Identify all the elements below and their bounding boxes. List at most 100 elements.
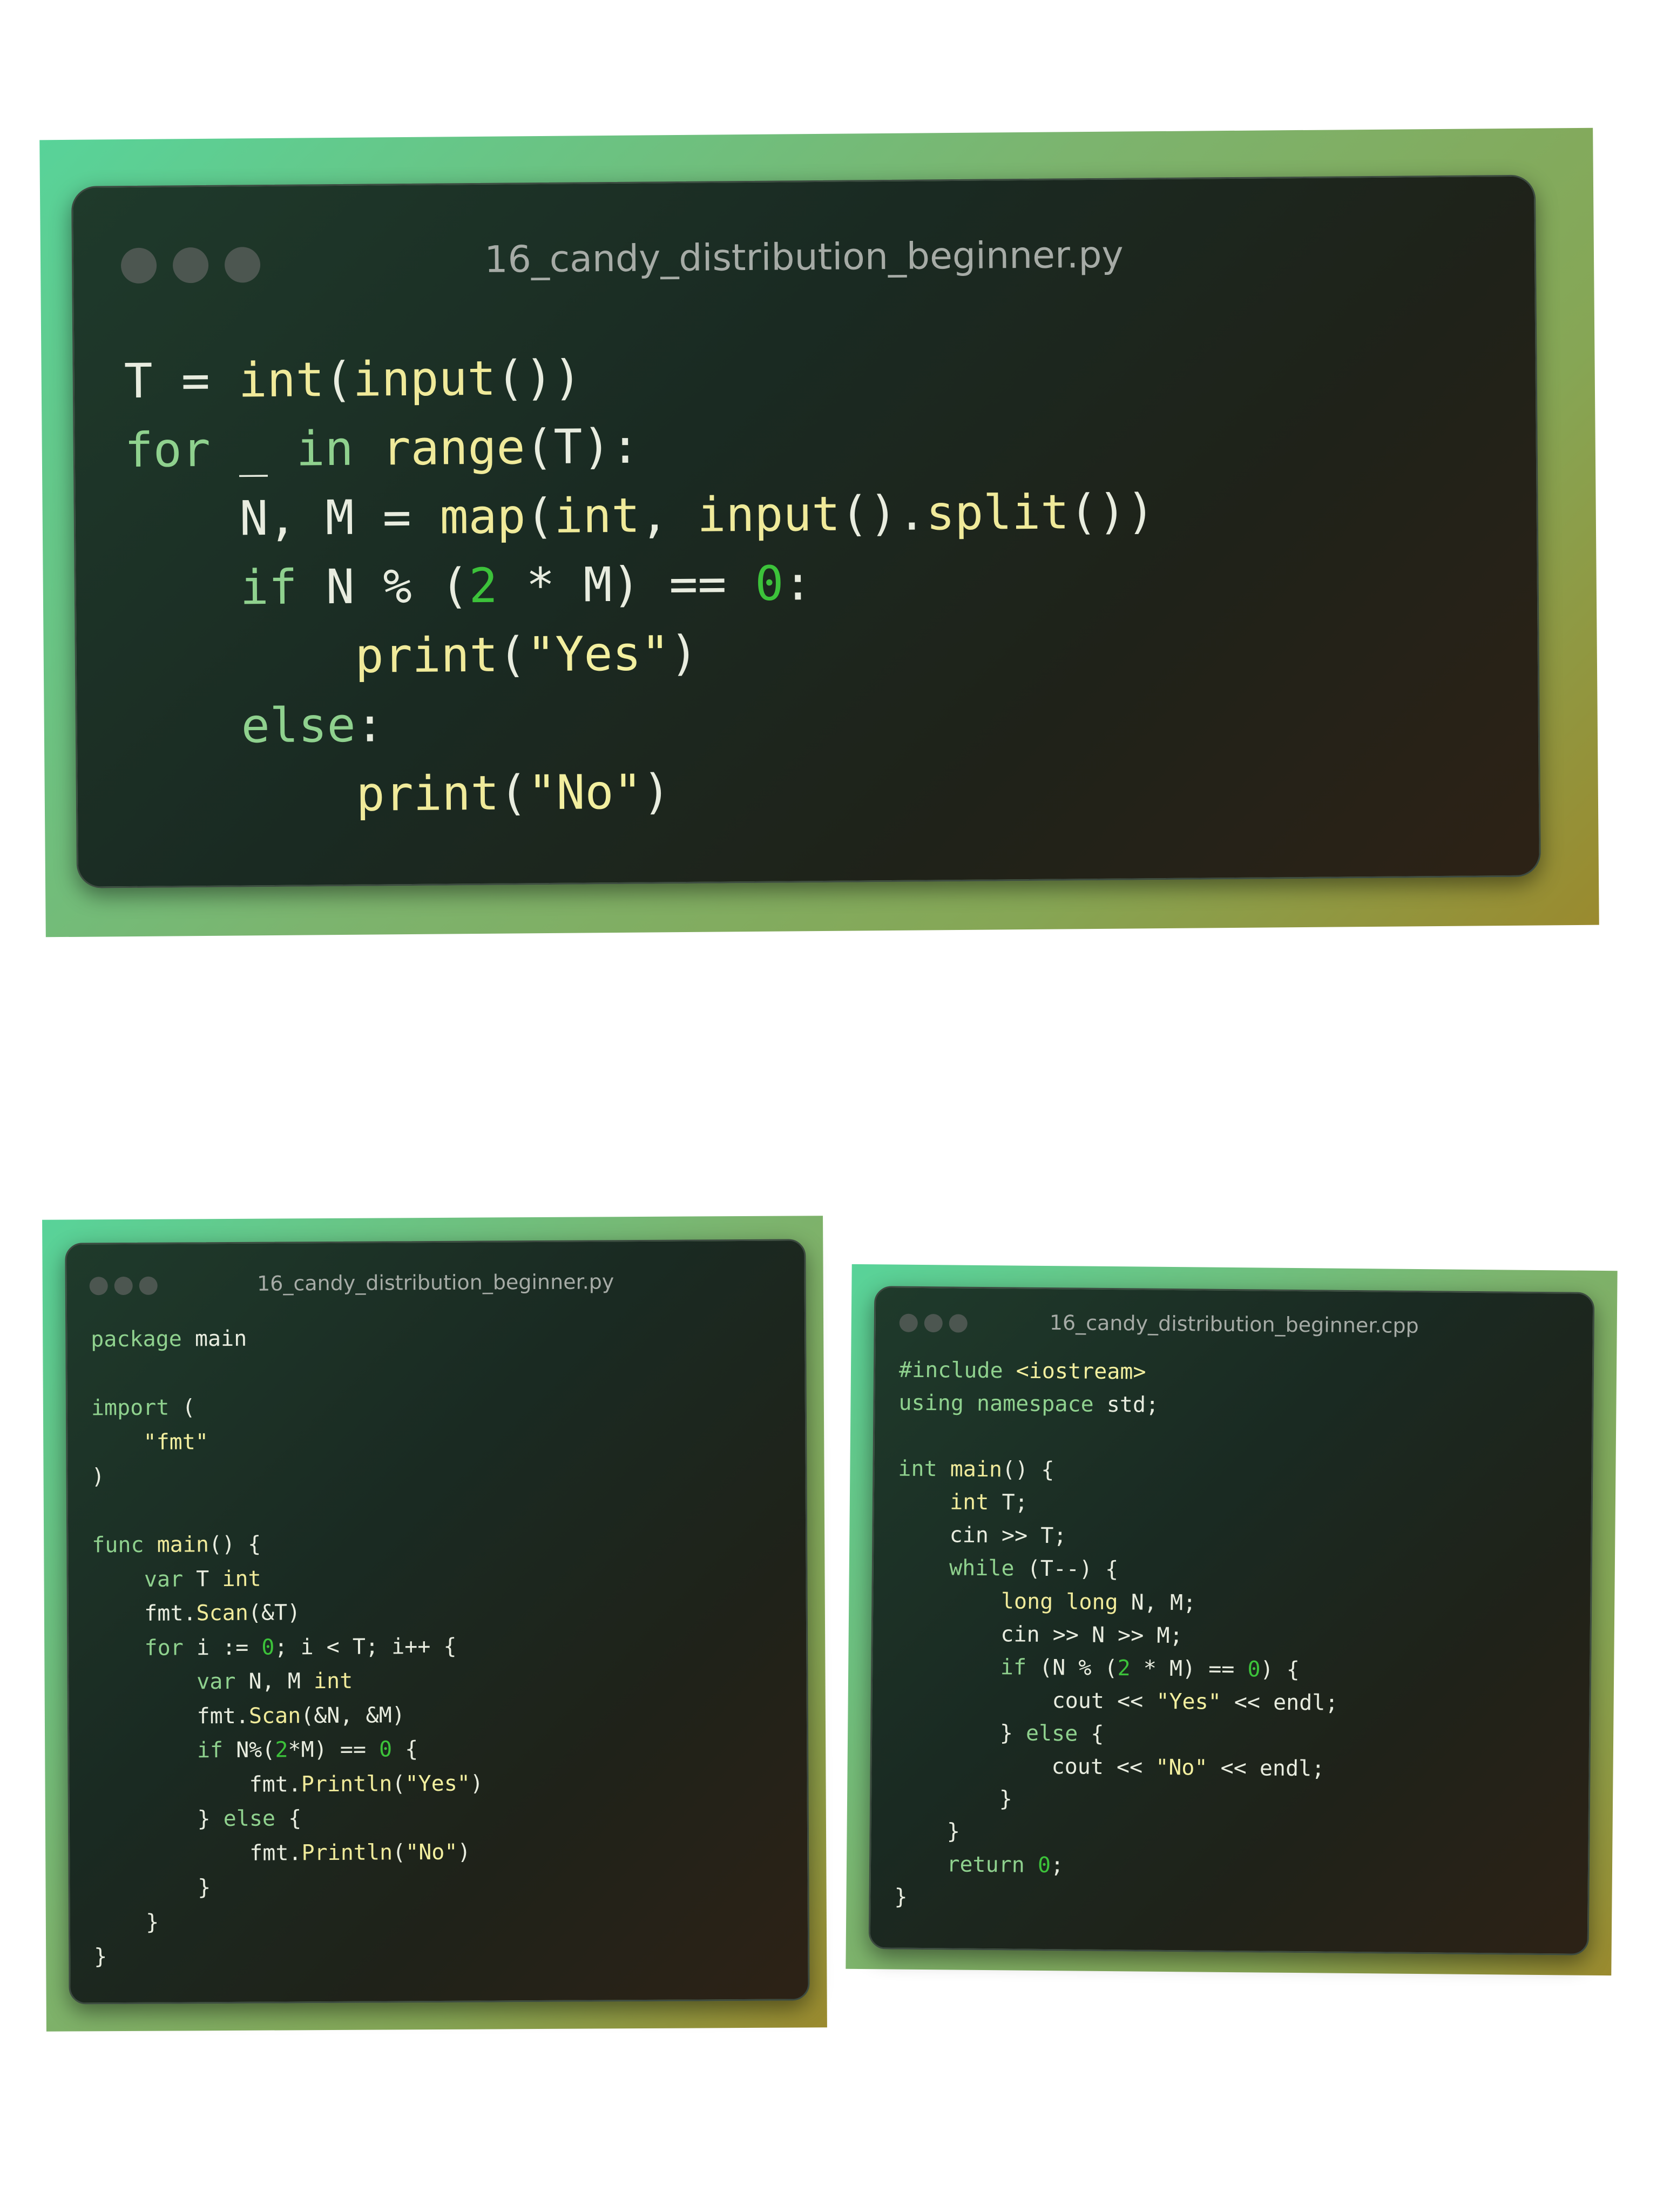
code-line: import ( <box>91 1390 482 1426</box>
code-token: (&T) <box>248 1600 301 1626</box>
code-token: 0 <box>261 1635 275 1660</box>
code-token: 0 <box>1247 1657 1261 1682</box>
code-token: } <box>94 1944 107 1970</box>
code-line: } else { <box>896 1716 1338 1753</box>
code-line: for _ in range(T): <box>124 408 1154 485</box>
code-token: cin >> N >> M; <box>896 1621 1183 1649</box>
code-token: ) <box>457 1839 471 1865</box>
code-token: main <box>157 1532 209 1557</box>
code-token: int <box>898 1456 937 1482</box>
code-token: ( <box>392 1839 406 1865</box>
code-token: print <box>356 765 499 822</box>
code-line: } <box>94 1938 484 1974</box>
code-token: ) { <box>1260 1657 1300 1683</box>
code-token: * M) == <box>1130 1656 1248 1682</box>
code-token: "Yes" <box>405 1771 471 1796</box>
code-token: input <box>353 350 496 407</box>
code-token: ( <box>499 765 528 821</box>
code-token: int <box>222 1566 261 1591</box>
code-token: N, M <box>235 1669 314 1694</box>
code-token: { <box>1078 1721 1104 1746</box>
code-card-cpp: 16_candy_distribution_beginner.cpp #incl… <box>846 1264 1618 1976</box>
code-token: var <box>197 1669 236 1695</box>
code-token: else <box>241 697 356 754</box>
code-token: fmt. <box>92 1703 249 1729</box>
code-token: N, M; <box>1118 1590 1196 1616</box>
code-line: if (N % (2 * M) == 0) { <box>896 1650 1338 1687</box>
code-token: { <box>275 1806 302 1831</box>
code-token: ()) <box>496 349 582 406</box>
code-token: "No" <box>1155 1755 1208 1781</box>
code-token: std; <box>1093 1392 1159 1418</box>
code-token: print <box>355 626 498 684</box>
code-token: "Yes" <box>526 625 670 683</box>
code-window: 16_candy_distribution_beginner.py T = in… <box>71 174 1541 888</box>
code-token: (T): <box>525 418 640 475</box>
code-line: fmt.Scan(&N, &M) <box>93 1698 483 1734</box>
code-token: Scan <box>196 1600 248 1626</box>
code-token: { <box>392 1737 418 1762</box>
code-token: ; <box>1050 1853 1064 1878</box>
code-token: 2 <box>469 557 498 614</box>
code-line: print("Yes") <box>126 615 1156 692</box>
code-token: } <box>93 1910 159 1935</box>
code-token: in <box>296 420 354 477</box>
code-block: #include <iostream> using namespace std; ​… <box>894 1354 1341 1918</box>
code-token: (N % ( <box>1026 1655 1118 1681</box>
code-token: (). <box>840 485 927 542</box>
code-line: long long N, M; <box>897 1584 1339 1621</box>
code-line: } <box>895 1815 1337 1852</box>
code-token: range <box>382 419 525 476</box>
code-token: ( <box>324 351 354 408</box>
code-line: cout << "No" << endl; <box>895 1749 1337 1786</box>
code-token: main <box>181 1326 247 1352</box>
code-token: 2 <box>1117 1656 1131 1681</box>
code-token: ()) <box>1069 483 1155 540</box>
code-token: () { <box>1002 1457 1054 1483</box>
code-line: else: <box>126 684 1157 761</box>
code-line: } <box>93 1870 484 1906</box>
code-token: else <box>223 1806 276 1832</box>
code-line: cout << "Yes" << endl; <box>896 1683 1338 1720</box>
code-token: return <box>946 1852 1025 1878</box>
code-token: : <box>783 555 813 611</box>
code-token: import <box>91 1395 170 1421</box>
code-line: fmt.Println("Yes") <box>93 1766 483 1803</box>
code-token: N%( <box>222 1737 275 1763</box>
code-token: Println <box>301 1839 393 1865</box>
code-card-python: 16_candy_distribution_beginner.py T = in… <box>39 127 1599 938</box>
code-line: int main() { <box>898 1453 1340 1489</box>
code-token: ) <box>642 764 671 820</box>
code-line: ​ <box>92 1492 482 1528</box>
code-token: main <box>950 1456 1003 1482</box>
code-token: #include <box>898 1357 1003 1384</box>
file-title: 16_candy_distribution_beginner.py <box>484 233 1124 281</box>
code-card-go: 16_candy_distribution_beginner.py packag… <box>42 1216 827 2032</box>
code-line: var N, M int <box>92 1664 483 1700</box>
code-token: while <box>949 1555 1015 1581</box>
code-line: cin >> N >> M; <box>896 1617 1338 1654</box>
code-token: "No" <box>528 764 643 821</box>
code-token: package <box>91 1326 182 1352</box>
code-line: if N%(2*M) == 0 { <box>93 1732 483 1769</box>
code-line: for i := 0; i < T; i++ { <box>92 1629 483 1665</box>
code-token: if <box>240 559 298 616</box>
code-line: } <box>895 1782 1337 1819</box>
code-token: 0 <box>1037 1852 1051 1878</box>
code-line: } <box>94 1904 484 1940</box>
code-token: * M) == <box>497 555 755 613</box>
code-token: *M) == <box>288 1737 380 1763</box>
code-block: T = int(input()) for _ in range(T): N, M … <box>124 339 1157 831</box>
code-token: if <box>197 1738 224 1763</box>
code-line: package main <box>91 1321 481 1357</box>
code-token: namespace <box>976 1391 1094 1417</box>
